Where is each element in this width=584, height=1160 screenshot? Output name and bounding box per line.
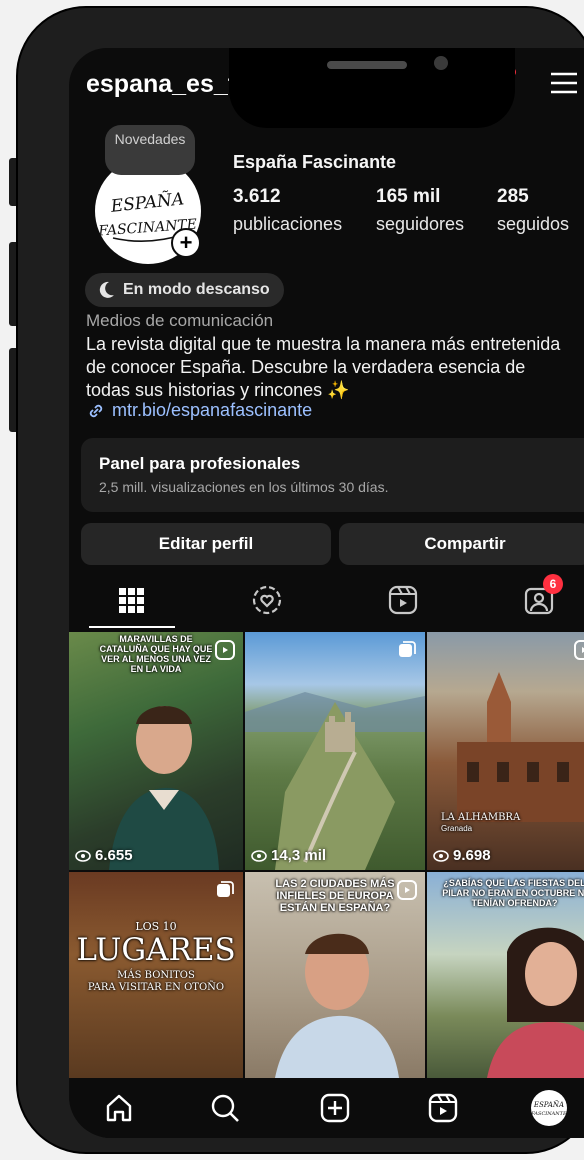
post-views: 9.698 [433, 847, 491, 864]
alhambra-building [457, 672, 584, 822]
post-views: 6.655 [75, 847, 133, 864]
home-icon[interactable] [103, 1092, 135, 1124]
dashboard-subtitle: 2,5 mill. visualizaciones en los últimos… [99, 479, 389, 495]
castle-landscape [245, 692, 425, 870]
posts-count[interactable]: 3.612 [233, 186, 281, 208]
profile-note[interactable]: Novedades [105, 125, 195, 175]
tab-reels[interactable] [383, 580, 423, 620]
eye-icon [75, 849, 91, 862]
eye-icon [433, 849, 449, 862]
post-tile-4[interactable]: LOS 10 LUGARES MÁS BONITOS PARA VISITAR … [69, 872, 243, 1078]
reel-icon [397, 880, 417, 900]
presenter-figure [487, 927, 584, 1078]
post-tile-3[interactable]: LA ALHAMBRA Granada 9.698 [427, 632, 584, 870]
post-tile-1[interactable]: MARAVILLAS DE CATALUÑA QUE HAY QUE VER A… [69, 632, 243, 870]
search-icon[interactable] [209, 1092, 241, 1124]
moon-icon [99, 281, 114, 298]
post-tile-2[interactable]: 14,3 mil [245, 632, 425, 870]
following-label[interactable]: seguidos [497, 214, 569, 235]
link-icon [89, 404, 103, 417]
svg-text:ESPAÑA: ESPAÑA [109, 188, 185, 217]
profile-category: Medios de comunicación [86, 311, 274, 330]
carousel-icon [217, 881, 234, 897]
share-profile-button[interactable]: Compartir [339, 523, 584, 565]
tagged-count-badge: 6 [543, 574, 563, 594]
posts-label[interactable]: publicaciones [233, 214, 342, 235]
svg-text:ESPAÑA: ESPAÑA [533, 1100, 564, 1109]
presenter-figure [275, 933, 399, 1078]
notch [229, 48, 515, 128]
professional-dashboard[interactable]: Panel para profesionales 2,5 mill. visua… [81, 438, 584, 512]
repost-heart-icon [252, 585, 282, 615]
bottom-navigation: ESPAÑA FASCINANTE [69, 1078, 584, 1138]
profile-link[interactable]: mtr.bio/espanafascinante [86, 400, 312, 421]
tab-reposts[interactable] [247, 580, 287, 620]
add-story-button[interactable]: + [171, 228, 201, 258]
followers-label[interactable]: seguidores [376, 214, 464, 235]
svg-text:FASCINANTE: FASCINANTE [531, 1111, 567, 1117]
reel-icon [574, 640, 584, 660]
following-count[interactable]: 285 [497, 186, 529, 208]
followers-count[interactable]: 165 mil [376, 186, 440, 208]
edit-profile-button[interactable]: Editar perfil [81, 523, 331, 565]
status-badge[interactable]: En modo descanso [85, 273, 284, 307]
create-icon[interactable] [319, 1092, 351, 1124]
presenter-figure [109, 705, 219, 870]
profile-avatar-nav[interactable]: ESPAÑA FASCINANTE [531, 1090, 567, 1126]
menu-icon[interactable] [547, 66, 581, 100]
carousel-icon [399, 641, 416, 657]
tab-grid[interactable] [111, 580, 151, 620]
eye-icon [251, 849, 267, 862]
display-name: España Fascinante [233, 152, 397, 172]
app-screen: espana_es_fascinante ESPAÑA FASCINANTE +… [69, 48, 584, 1138]
post-tile-5[interactable]: LAS 2 CIUDADES MÁS INFIELES DE EUROPA ES… [245, 872, 425, 1078]
post-views: 14,3 mil [251, 847, 326, 864]
phone-frame: espana_es_fascinante ESPAÑA FASCINANTE +… [16, 6, 584, 1154]
grid-icon [119, 588, 144, 613]
reels-nav-icon[interactable] [427, 1092, 459, 1124]
post-tile-6[interactable]: ¿SABÍAS QUE LAS FIESTAS DEL PILAR NO ERA… [427, 872, 584, 1078]
dashboard-title: Panel para profesionales [99, 454, 301, 473]
profile-bio: La revista digital que te muestra la man… [86, 334, 561, 400]
reel-icon [215, 640, 235, 660]
reels-icon [388, 585, 418, 615]
active-tab-indicator [89, 626, 175, 628]
